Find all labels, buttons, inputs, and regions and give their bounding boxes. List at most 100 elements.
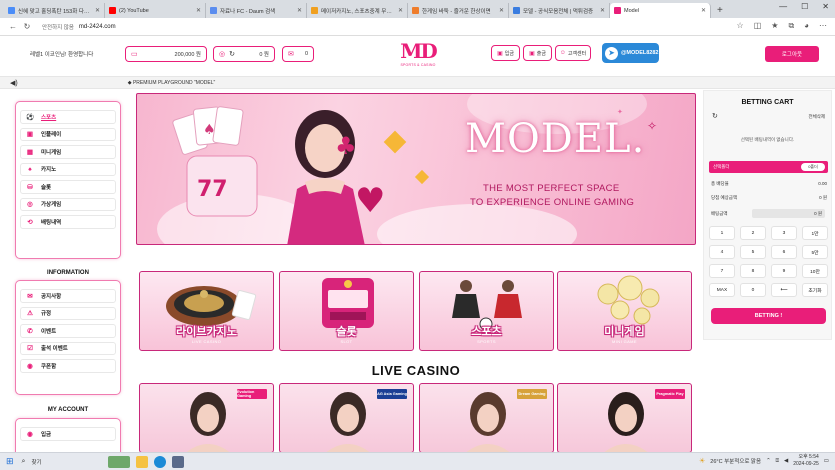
information-menu: ✉ 공지사항 ⚠ 규정 ✆ 이벤트 ☑ 출석 이벤트 ◉ 쿠폰함 <box>15 280 121 395</box>
sidebar-item[interactable]: ▦ 미니게임 <box>20 145 116 159</box>
keypad-key[interactable]: 2 <box>740 226 766 240</box>
browser-tab[interactable]: 한게임 바둑 - 즐거운 한상이면 ✕ <box>408 3 509 18</box>
url-field[interactable]: 안전하지 않음 md-2424.com <box>42 20 116 33</box>
browser-tab[interactable]: 신혜 맞고 홀딩폭탄 153화 다시보기 ✕ <box>4 3 105 18</box>
tab-close-icon[interactable]: ✕ <box>196 7 201 14</box>
sidebar-item[interactable]: ♠ 카지노 <box>20 162 116 176</box>
network-icon[interactable]: ⌸ <box>776 458 779 465</box>
folder-count-button[interactable]: 0폴더 <box>801 163 825 171</box>
balance-display[interactable]: ▭ 200,000 원 <box>125 46 207 62</box>
category-mini-game[interactable]: 미니게임 MINI GAME <box>557 271 692 351</box>
keypad-key[interactable]: 0 <box>740 283 766 297</box>
tab-close-icon[interactable]: ✕ <box>499 7 504 14</box>
sidebar-item[interactable]: ⛁ 슬롯 <box>20 180 116 194</box>
not-secure-label[interactable]: 안전하지 않음 <box>42 23 74 31</box>
site-logo[interactable]: MD SPORTS & CASINO <box>396 39 440 71</box>
refresh-icon[interactable]: ↻ <box>712 112 718 120</box>
slot-icon: ⛁ <box>27 183 33 191</box>
close-window-icon[interactable]: ✕ <box>822 2 829 11</box>
tab-close-icon[interactable]: ✕ <box>297 7 302 14</box>
live-provider-card[interactable]: Pragmatic Play <box>557 383 692 453</box>
sidebar-item[interactable]: ◎ 가상게임 <box>20 197 116 211</box>
telegram-button[interactable]: ➤ @MODEL8282 <box>602 43 659 63</box>
sidebar-item[interactable]: ▣ 인플레이 <box>20 127 116 141</box>
deposit-button[interactable]: ▣ 입금 <box>491 45 520 61</box>
sidebar-item[interactable]: ✉ 공지사항 <box>20 289 116 303</box>
hero-banner[interactable]: ♠ 77 ♣ ♥ ✧ ✦ MODEL. THE MOST PERFECT SPA… <box>136 93 696 245</box>
edge-browser-icon[interactable] <box>153 455 166 468</box>
maximize-icon[interactable]: ☐ <box>801 2 808 11</box>
new-tab-button[interactable]: + <box>717 3 723 18</box>
file-explorer-icon[interactable] <box>135 455 148 468</box>
refresh-points-icon[interactable]: ↻ <box>229 50 235 58</box>
browser-tab[interactable]: (2) YouTube ✕ <box>105 3 206 18</box>
back-icon[interactable]: ← <box>6 22 20 31</box>
sidebar-item[interactable]: ☑ 출석 이벤트 <box>20 341 116 355</box>
browser-tab[interactable]: 메이저카지노, 스포츠중계 무료로 ✕ <box>307 3 408 18</box>
sidebar-item[interactable]: ◉ 입금 <box>20 427 116 441</box>
sidebar-item[interactable]: ◉ 쿠폰함 <box>20 359 116 373</box>
reload-icon[interactable]: ↻ <box>20 22 34 31</box>
category-sports[interactable]: 스포츠 SPORTS <box>419 271 554 351</box>
bet-amount-input[interactable] <box>752 209 825 218</box>
sidebar-item-label: 인플레이 <box>41 132 62 139</box>
support-button[interactable]: ☺ 고객센터 <box>555 45 591 61</box>
browser-tab[interactable]: 모델 - 공식모음전체 | 먹튀검증 ✕ <box>509 3 610 18</box>
notification-icon[interactable]: ▭ <box>824 458 829 464</box>
weather-text[interactable]: 26°C 부분적으로 맑음 <box>710 457 761 465</box>
volume-icon[interactable]: ◀ <box>784 458 788 464</box>
keypad-key[interactable]: 4 <box>709 245 735 259</box>
keypad-key[interactable]: 7 <box>709 264 735 278</box>
system-clock[interactable]: 오후 5:54 2024-09-25 <box>793 454 819 468</box>
star-icon[interactable]: ☆ <box>737 21 744 31</box>
minimize-icon[interactable]: — <box>779 2 787 11</box>
collections-icon[interactable]: ⧉ <box>788 21 794 31</box>
keypad-key[interactable]: 1 <box>709 226 735 240</box>
browser-tab[interactable]: Model ✕ <box>610 3 711 18</box>
sidebar-item[interactable]: ⟲ 배팅내역 <box>20 215 116 229</box>
sidebar-item-label: 스포츠 <box>41 114 57 121</box>
sidebar-item[interactable]: ⚽ 스포츠 <box>20 110 116 124</box>
split-icon[interactable]: ◫ <box>754 21 762 31</box>
messages-display[interactable]: ✉ 0 <box>282 46 314 62</box>
dealer-illustration <box>326 392 370 452</box>
category-live-casino[interactable]: 라이브카지노 LIVE CASINO <box>139 271 274 351</box>
betting-button[interactable]: BETTING ! <box>711 308 826 324</box>
tab-close-icon[interactable]: ✕ <box>600 7 605 14</box>
keypad-key[interactable]: 초기화 <box>802 283 828 297</box>
tab-close-icon[interactable]: ✕ <box>95 7 100 14</box>
keypad-key[interactable]: 5만 <box>802 245 828 259</box>
profile-icon[interactable]: ◕ <box>804 21 809 31</box>
tray-chevron-icon[interactable]: ⌃ <box>766 458 771 464</box>
taskbar-app-icon[interactable] <box>171 455 184 468</box>
browser-tab[interactable]: 자료나 FC - Daum 검색 ✕ <box>206 3 307 18</box>
sidebar-item[interactable]: ✆ 이벤트 <box>20 324 116 338</box>
sidebar-item[interactable]: ⚠ 규정 <box>20 306 116 320</box>
keypad-key[interactable]: 10만 <box>802 264 828 278</box>
live-provider-card[interactable]: Dream Gaming <box>419 383 554 453</box>
logout-button[interactable]: 로그아웃 <box>765 46 819 62</box>
tab-close-icon[interactable]: ✕ <box>398 7 403 14</box>
keypad-key[interactable]: 9 <box>771 264 797 278</box>
live-provider-card[interactable]: AG Asia Gaming <box>279 383 414 453</box>
taskbar-widget-icon[interactable] <box>107 455 130 468</box>
dealer-illustration <box>466 392 510 452</box>
menu-dots-icon[interactable]: ⋯ <box>819 21 827 31</box>
url-text[interactable]: md-2424.com <box>79 24 116 30</box>
keypad-key[interactable]: 1만 <box>802 226 828 240</box>
live-provider-card[interactable]: Evolution Gaming <box>139 383 274 453</box>
keypad-key[interactable]: 8 <box>740 264 766 278</box>
category-slot[interactable]: 슬롯 SLOT <box>279 271 414 351</box>
keypad-key[interactable]: 5 <box>740 245 766 259</box>
favorites-icon[interactable]: ★ <box>771 21 778 31</box>
keypad-key[interactable]: 3 <box>771 226 797 240</box>
windows-start-icon[interactable]: ⊞ <box>6 456 14 467</box>
tab-close-icon[interactable]: ✕ <box>701 7 706 14</box>
keypad-key[interactable]: MAX <box>709 283 735 297</box>
taskbar-search[interactable]: ⌕ 찾기 <box>22 458 102 466</box>
keypad-key[interactable]: ⟵ <box>771 283 797 297</box>
points-display[interactable]: ◎ ↻ 0 원 <box>213 46 275 62</box>
delete-all-button[interactable]: 전체삭제 <box>808 114 825 120</box>
withdraw-button[interactable]: ▣ 출금 <box>523 45 552 61</box>
keypad-key[interactable]: 6 <box>771 245 797 259</box>
